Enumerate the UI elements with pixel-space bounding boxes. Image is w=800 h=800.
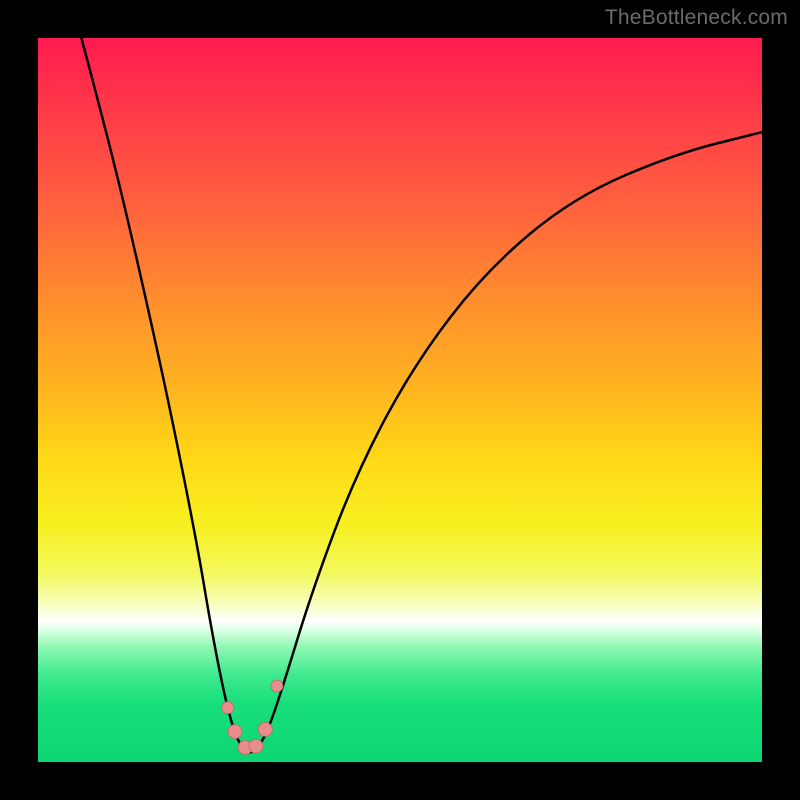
curve-marker [271, 680, 283, 692]
curve-marker [258, 722, 272, 736]
chart-frame: TheBottleneck.com [0, 0, 800, 800]
curve-marker [222, 702, 234, 714]
bottleneck-curve [81, 38, 762, 752]
curve-marker [249, 739, 263, 753]
curve-layer [38, 38, 762, 762]
curve-marker [228, 725, 242, 739]
plot-area [38, 38, 762, 762]
watermark-text: TheBottleneck.com [605, 6, 788, 30]
